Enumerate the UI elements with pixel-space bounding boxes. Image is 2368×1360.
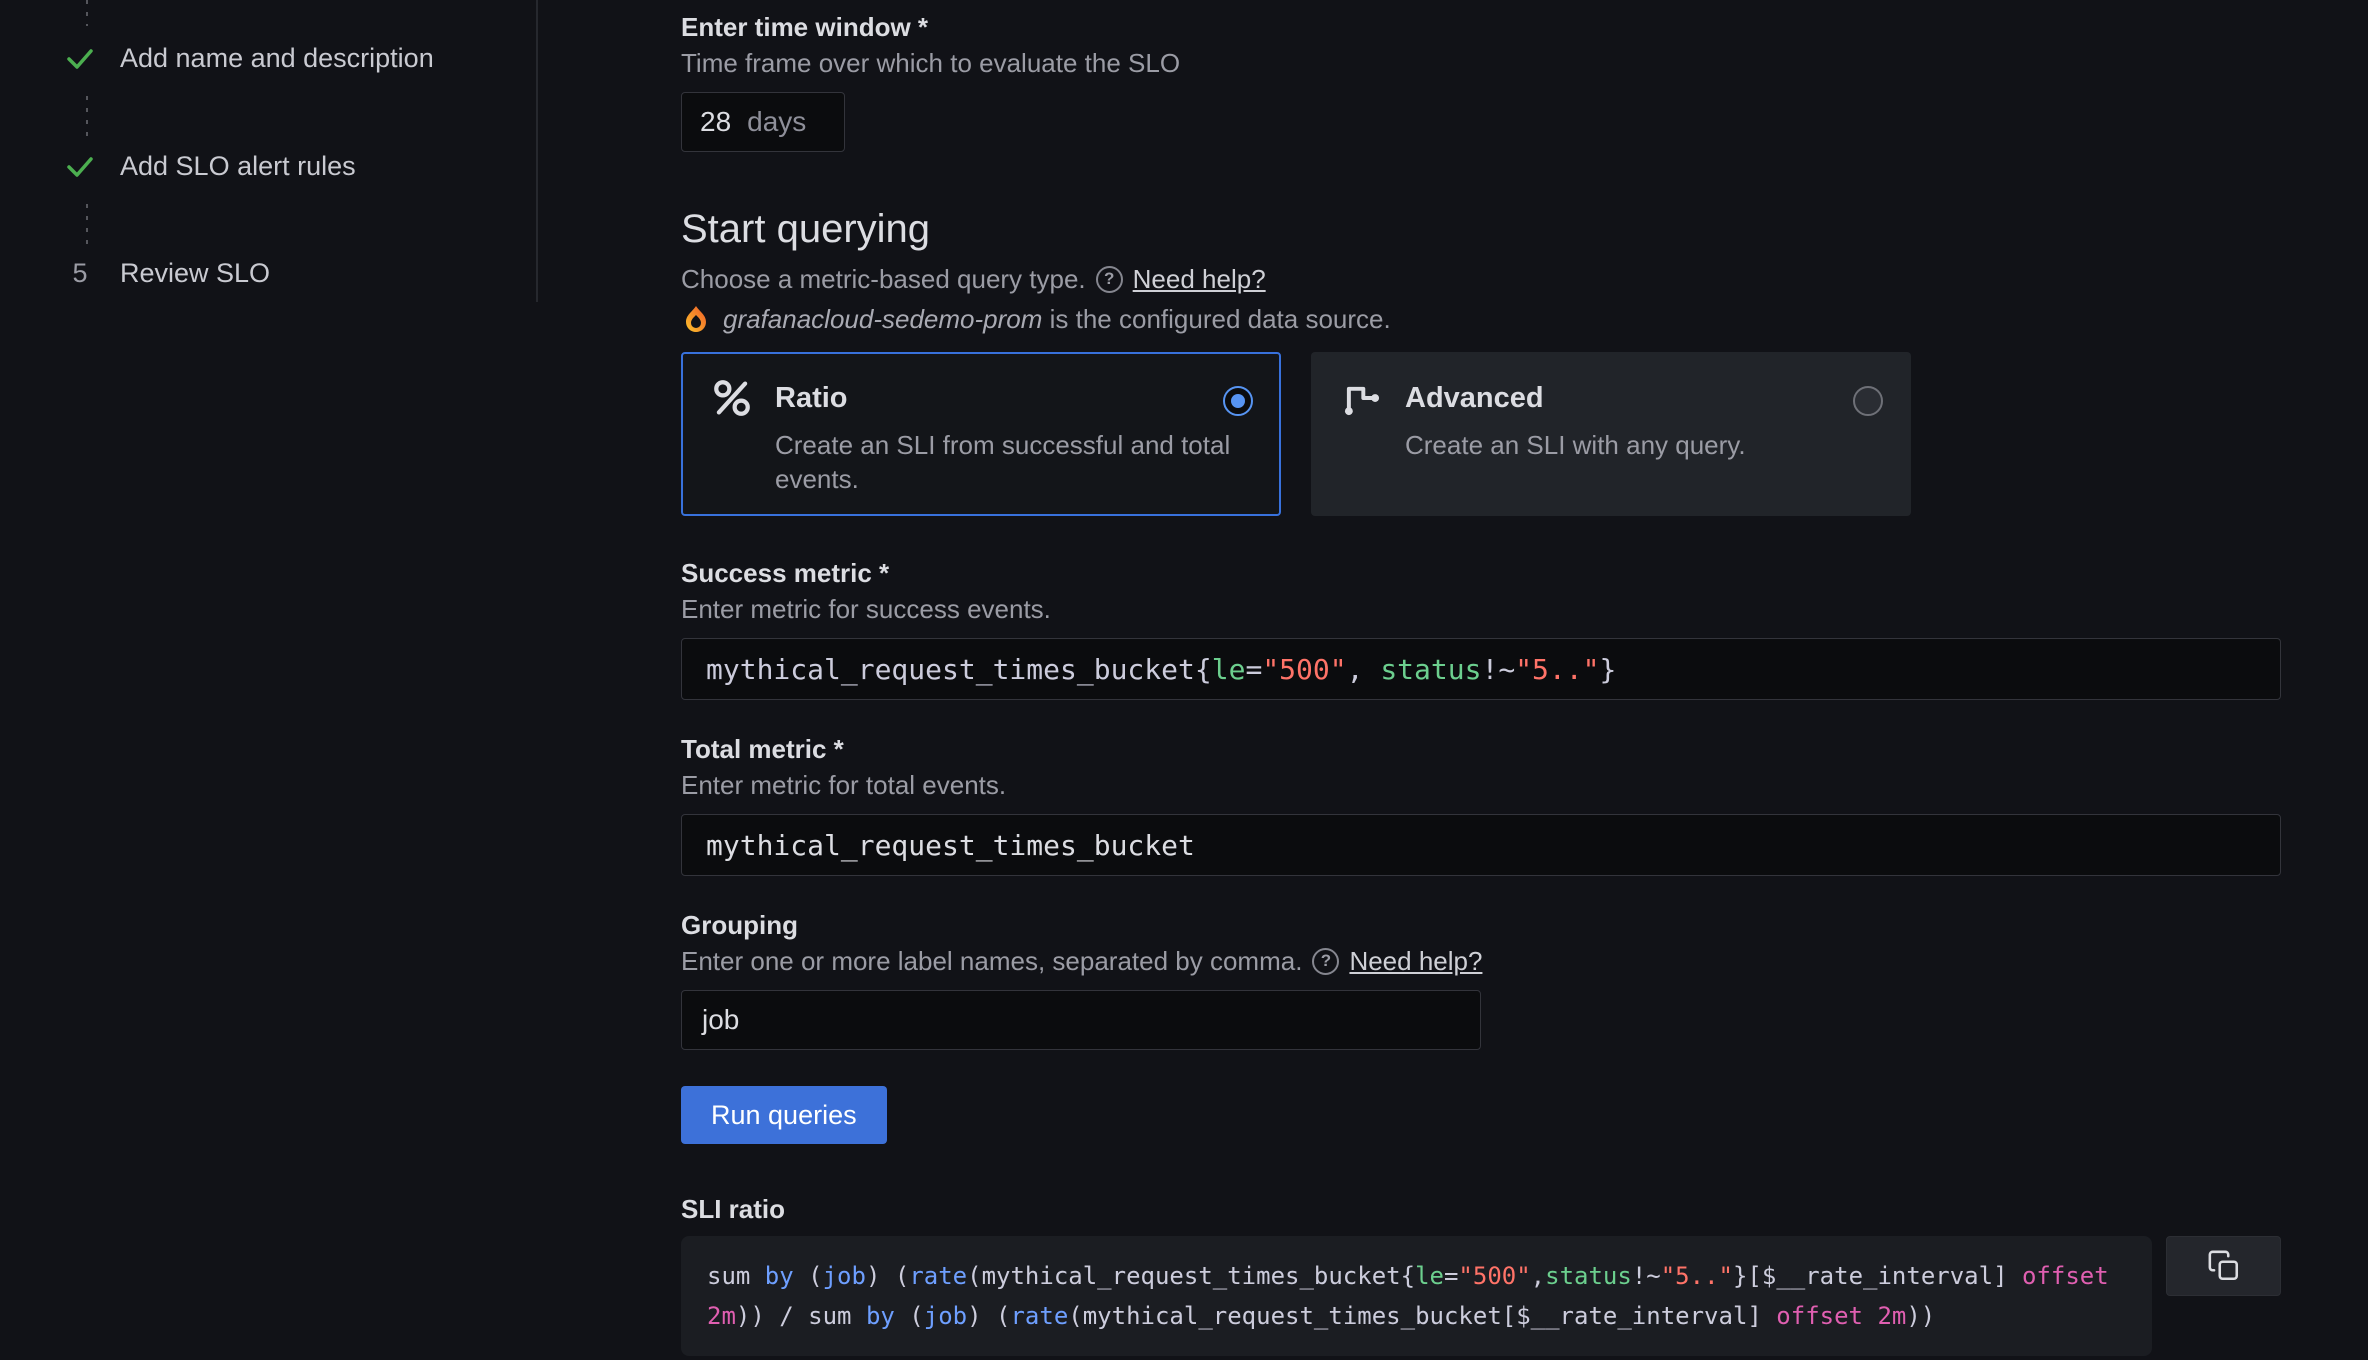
stepper-item-add-name-description[interactable]: Add name and description (62, 36, 434, 80)
datasource-name: grafanacloud-sedemo-prom (723, 304, 1042, 334)
stepper-connector (86, 0, 88, 26)
stepper-item-label: Add SLO alert rules (120, 151, 356, 182)
wizard-stepper: Add name and description Add SLO alert r… (0, 0, 536, 1360)
stepper-connector (86, 96, 88, 138)
total-metric-value: mythical_request_times_bucket (706, 829, 1195, 862)
success-metric-label: Success metric * (681, 556, 2281, 590)
check-icon (62, 40, 98, 76)
card-description: Create an SLI from successful and total … (775, 428, 1251, 496)
time-window-value: 28 (700, 106, 731, 138)
time-window-unit: days (747, 106, 806, 138)
time-window-input[interactable]: 28 days (681, 92, 845, 152)
query-type-subtitle: Choose a metric-based query type. (681, 262, 1086, 296)
total-metric-label: Total metric * (681, 732, 2281, 766)
query-type-subtitle-row: Choose a metric-based query type. ? Need… (681, 262, 2281, 296)
stepper-item-review-slo[interactable]: 5 Review SLO (62, 251, 270, 295)
card-head: Advanced (1341, 376, 1881, 420)
grouping-value: job (702, 1004, 739, 1036)
success-metric-input[interactable]: mythical_request_times_bucket{le="500", … (681, 638, 2281, 700)
sli-ratio-label: SLI ratio (681, 1192, 2281, 1226)
card-title: Ratio (775, 382, 848, 415)
grouping-input[interactable]: job (681, 990, 1481, 1050)
check-icon (62, 148, 98, 184)
datasource-sentence: grafanacloud-sedemo-prom is the configur… (723, 302, 1391, 336)
need-help-link[interactable]: Need help? (1133, 262, 1266, 296)
time-window-description: Time frame over which to evaluate the SL… (681, 46, 2281, 80)
help-icon: ? (1096, 266, 1123, 293)
help-icon: ? (1312, 948, 1339, 975)
card-title: Advanced (1405, 382, 1544, 415)
total-metric-description: Enter metric for total events. (681, 768, 2281, 802)
success-metric-description: Enter metric for success events. (681, 592, 2281, 626)
need-help-link[interactable]: Need help? (1349, 944, 1482, 978)
query-type-card-ratio[interactable]: Ratio Create an SLI from successful and … (681, 352, 1281, 516)
wizard-content: Enter time window * Time frame over whic… (681, 0, 2281, 1360)
run-queries-button[interactable]: Run queries (681, 1086, 887, 1144)
datasource-suffix: is the configured data source. (1042, 304, 1390, 334)
sli-ratio-row: sum by (job) (rate(mythical_request_time… (681, 1236, 2281, 1356)
copy-button[interactable] (2166, 1236, 2281, 1296)
time-window-label: Enter time window * (681, 10, 2281, 44)
grouping-description: Enter one or more label names, separated… (681, 944, 1302, 978)
total-metric-input[interactable]: mythical_request_times_bucket (681, 814, 2281, 876)
grouping-label: Grouping (681, 908, 2281, 942)
percent-icon (711, 377, 753, 419)
grouping-description-row: Enter one or more label names, separated… (681, 944, 2281, 978)
slo-wizard-page: Add name and description Add SLO alert r… (0, 0, 2368, 1360)
stepper-connector (86, 204, 88, 246)
start-querying-title: Start querying (681, 204, 2281, 254)
radio-advanced[interactable] (1853, 386, 1883, 416)
stepper-item-add-slo-alert-rules[interactable]: Add SLO alert rules (62, 144, 356, 188)
grafana-flame-icon (681, 304, 711, 334)
stepper-item-label: Add name and description (120, 43, 434, 74)
stepper-item-label: Review SLO (120, 258, 270, 289)
radio-ratio[interactable] (1223, 386, 1253, 416)
card-head: Ratio (711, 376, 1251, 420)
datasource-row: grafanacloud-sedemo-prom is the configur… (681, 302, 2281, 336)
sli-ratio-expression: sum by (job) (rate(mythical_request_time… (681, 1236, 2152, 1356)
query-steps-icon (1341, 377, 1383, 419)
query-type-card-advanced[interactable]: Advanced Create an SLI with any query. (1311, 352, 1911, 516)
card-description: Create an SLI with any query. (1405, 428, 1881, 462)
step-number: 5 (62, 258, 98, 289)
stepper-divider (536, 0, 538, 302)
query-type-cards: Ratio Create an SLI from successful and … (681, 352, 2281, 516)
copy-icon (2207, 1249, 2241, 1283)
